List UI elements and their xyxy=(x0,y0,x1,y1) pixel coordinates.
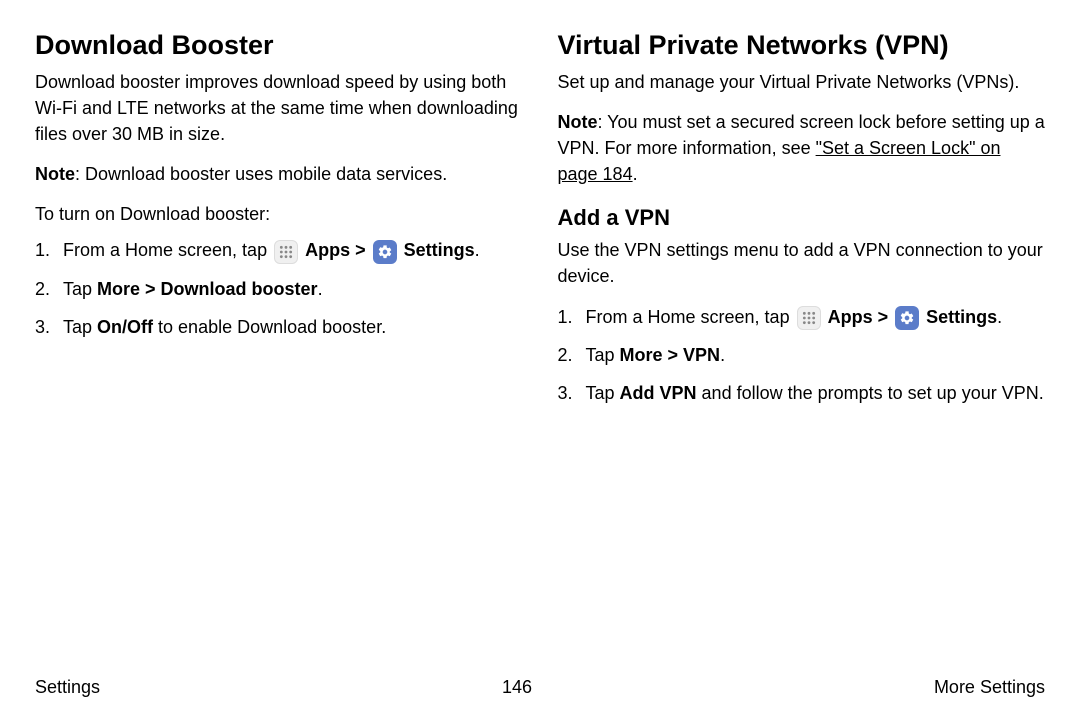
download-booster-steps: From a Home screen, tap Apps > Settings.… xyxy=(35,237,523,339)
left-column: Download Booster Download booster improv… xyxy=(35,30,523,418)
add-vpn-intro: Use the VPN settings menu to add a VPN c… xyxy=(558,237,1046,289)
list-item: From a Home screen, tap Apps > Settings. xyxy=(35,237,523,263)
step-sep: > xyxy=(350,240,371,260)
step-suffix: . xyxy=(475,240,480,260)
footer-page-number: 146 xyxy=(502,677,532,698)
apps-label: Apps xyxy=(828,307,873,327)
list-item: Tap On/Off to enable Download booster. xyxy=(35,314,523,340)
step-bold: More > Download booster xyxy=(97,279,318,299)
list-item: Tap More > Download booster. xyxy=(35,276,523,302)
step-suffix: and follow the prompts to set up your VP… xyxy=(697,383,1044,403)
settings-label: Settings xyxy=(404,240,475,260)
step-suffix: . xyxy=(720,345,725,365)
heading-download-booster: Download Booster xyxy=(35,30,523,61)
footer-right: More Settings xyxy=(934,677,1045,698)
step-suffix: to enable Download booster. xyxy=(153,317,386,337)
step-text: Tap xyxy=(586,383,620,403)
step-bold: More > VPN xyxy=(620,345,721,365)
settings-label: Settings xyxy=(926,307,997,327)
right-column: Virtual Private Networks (VPN) Set up an… xyxy=(558,30,1046,418)
list-item: Tap Add VPN and follow the prompts to se… xyxy=(558,380,1046,406)
heading-vpn: Virtual Private Networks (VPN) xyxy=(558,30,1046,61)
step-suffix: . xyxy=(318,279,323,299)
settings-icon xyxy=(373,240,397,264)
step-suffix: . xyxy=(997,307,1002,327)
note-label: Note xyxy=(558,112,598,132)
list-item: Tap More > VPN. xyxy=(558,342,1046,368)
note-label: Note xyxy=(35,164,75,184)
apps-icon xyxy=(274,240,298,264)
step-bold: On/Off xyxy=(97,317,153,337)
subheading-add-vpn: Add a VPN xyxy=(558,205,1046,231)
download-booster-note: Note: Download booster uses mobile data … xyxy=(35,161,523,187)
footer-left: Settings xyxy=(35,677,100,698)
note-suffix: . xyxy=(633,164,638,184)
step-text: From a Home screen, tap xyxy=(63,240,272,260)
note-text: : Download booster uses mobile data serv… xyxy=(75,164,447,184)
step-bold: Add VPN xyxy=(620,383,697,403)
list-item: From a Home screen, tap Apps > Settings. xyxy=(558,304,1046,330)
step-text: Tap xyxy=(63,317,97,337)
settings-icon xyxy=(895,306,919,330)
add-vpn-steps: From a Home screen, tap Apps > Settings.… xyxy=(558,304,1046,406)
page-footer: Settings 146 More Settings xyxy=(35,677,1045,698)
step-text: From a Home screen, tap xyxy=(586,307,795,327)
apps-label: Apps xyxy=(305,240,350,260)
download-booster-intro: Download booster improves download speed… xyxy=(35,69,523,147)
step-text: Tap xyxy=(586,345,620,365)
apps-icon xyxy=(797,306,821,330)
download-booster-lead: To turn on Download booster: xyxy=(35,201,523,227)
step-sep: > xyxy=(873,307,894,327)
vpn-note: Note: You must set a secured screen lock… xyxy=(558,109,1046,187)
step-text: Tap xyxy=(63,279,97,299)
vpn-intro: Set up and manage your Virtual Private N… xyxy=(558,69,1046,95)
